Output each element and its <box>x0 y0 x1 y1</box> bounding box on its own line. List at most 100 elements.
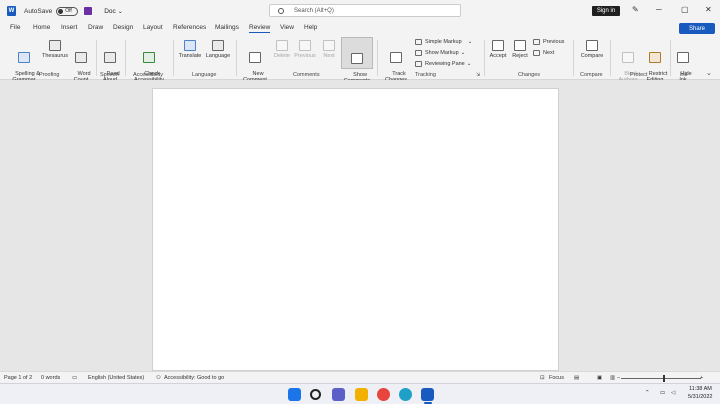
zoom-in-icon[interactable]: + <box>700 375 703 381</box>
delete-comment-label: Delete <box>274 53 290 59</box>
previous-comment-icon <box>299 40 311 51</box>
accept-button[interactable]: Accept <box>487 40 509 59</box>
clock-date[interactable]: 5/31/2022 <box>688 394 712 400</box>
new-comment-icon <box>249 52 261 63</box>
language-button[interactable]: Language <box>204 40 232 59</box>
previous-comment-button[interactable]: Previous <box>293 40 317 59</box>
previous-comment-label: Previous <box>294 53 316 59</box>
language-status[interactable]: English (United States) <box>88 375 144 381</box>
reviewing-pane-icon <box>415 61 422 67</box>
edge-icon[interactable] <box>399 388 412 401</box>
next-change-icon <box>533 50 540 56</box>
thesaurus-button[interactable]: Thesaurus <box>40 40 70 59</box>
tab-references[interactable]: References <box>173 24 206 31</box>
accessibility-check-icon <box>143 52 155 63</box>
chrome-icon[interactable] <box>377 388 390 401</box>
show-comments-button[interactable]: Show Comments <box>341 37 373 84</box>
group-label-speech: Speech <box>100 72 119 78</box>
zoom-slider-thumb[interactable] <box>663 375 665 382</box>
translate-button[interactable]: Translate <box>176 40 204 59</box>
simple-markup-select[interactable]: Simple Markup ⌄ <box>415 39 472 45</box>
page-count[interactable]: Page 1 of 2 <box>4 375 32 381</box>
group-label-ink: Ink <box>680 72 688 78</box>
tab-layout[interactable]: Layout <box>143 24 163 31</box>
minimize-icon[interactable]: ─ <box>656 5 662 14</box>
chevron-down-icon[interactable]: ⌄ <box>118 8 123 15</box>
previous-change-button[interactable]: Previous <box>533 39 564 45</box>
read-mode-icon[interactable]: ▤ <box>574 375 579 381</box>
zoom-slider[interactable] <box>621 378 701 379</box>
group-divider <box>236 40 237 76</box>
ribbon-collapse-icon[interactable]: ⌄ <box>706 69 712 77</box>
tab-draw[interactable]: Draw <box>88 24 103 31</box>
reviewing-pane-dropdown[interactable]: Reviewing Pane ⌄ <box>415 61 471 67</box>
accessibility-status[interactable]: Accessibility: Good to go <box>164 375 224 381</box>
tab-file[interactable]: File <box>10 24 20 31</box>
autosave-toggle[interactable]: Off <box>56 6 79 16</box>
print-layout-icon[interactable]: ▣ <box>597 375 602 381</box>
document-page[interactable] <box>152 88 559 371</box>
zoom-out-icon[interactable]: − <box>617 375 620 381</box>
word-count-icon <box>75 52 87 63</box>
teams-chat-icon[interactable] <box>332 388 345 401</box>
ribbon-review: Spelling & Grammar Thesaurus Word Count … <box>0 36 720 84</box>
tab-home[interactable]: Home <box>33 24 50 31</box>
next-comment-icon <box>323 40 335 51</box>
compare-label: Compare <box>580 53 604 59</box>
group-divider <box>173 40 174 76</box>
tab-view[interactable]: View <box>280 24 294 31</box>
compare-button[interactable]: Compare <box>577 40 607 59</box>
group-label-compare: Compare <box>580 72 603 78</box>
group-label-accessibility: Accessibility <box>133 72 163 78</box>
markup-icon <box>415 39 422 45</box>
save-icon[interactable] <box>84 7 93 15</box>
focus-mode-button[interactable]: Focus <box>549 375 564 381</box>
previous-change-icon <box>533 39 540 45</box>
clock-time[interactable]: 11:38 AM <box>689 386 712 392</box>
show-markup-dropdown[interactable]: Show Markup ⌄ <box>415 50 465 56</box>
proofing-status-icon[interactable]: ▭ <box>72 375 77 381</box>
tab-insert[interactable]: Insert <box>61 24 77 31</box>
accessibility-status-icon: ⚇ <box>156 375 161 381</box>
reject-icon <box>514 40 526 51</box>
focus-icon: ⊡ <box>540 375 545 381</box>
reject-button[interactable]: Reject <box>510 40 530 59</box>
next-change-button[interactable]: Next <box>533 50 554 56</box>
tray-chevron-up-icon[interactable]: ⌃ <box>645 390 650 396</box>
file-explorer-icon[interactable] <box>355 388 368 401</box>
status-bar: Page 1 of 2 0 words ▭ English (United St… <box>0 371 720 383</box>
tab-design[interactable]: Design <box>113 24 133 31</box>
word-taskbar-icon[interactable] <box>421 388 434 401</box>
network-icon[interactable]: ▭ <box>660 390 665 396</box>
search-box[interactable]: Search (Alt+Q) <box>269 4 461 17</box>
group-divider <box>96 40 97 76</box>
hide-ink-icon <box>677 52 689 63</box>
tab-help[interactable]: Help <box>304 24 317 31</box>
document-name[interactable]: Doc <box>104 8 116 15</box>
share-button[interactable]: Share <box>679 23 715 34</box>
reject-label: Reject <box>512 53 528 59</box>
delete-comment-button[interactable]: Delete <box>271 40 293 59</box>
dialog-launcher-icon[interactable]: ⇲ <box>476 72 480 78</box>
accept-icon <box>492 40 504 51</box>
tab-review[interactable]: Review <box>249 24 271 33</box>
close-icon[interactable]: ✕ <box>705 5 712 14</box>
windows-start-icon[interactable] <box>288 388 301 401</box>
language-label: Language <box>205 53 231 59</box>
restore-icon[interactable]: ▢ <box>681 5 689 14</box>
tab-mailings[interactable]: Mailings <box>215 24 239 31</box>
read-aloud-icon <box>104 52 116 63</box>
pen-icon[interactable]: ✎ <box>632 5 639 14</box>
next-comment-button[interactable]: Next <box>318 40 340 59</box>
volume-icon[interactable]: ◁ <box>671 390 675 396</box>
group-divider <box>484 40 485 76</box>
group-label-tracking: Tracking <box>415 72 436 78</box>
group-label-changes: Changes <box>518 72 541 78</box>
simple-markup-label: Simple Markup <box>425 39 462 45</box>
next-comment-label: Next <box>323 53 335 59</box>
language-icon <box>212 40 224 51</box>
word-count[interactable]: 0 words <box>41 375 60 381</box>
sign-in-button[interactable]: Sign in <box>592 6 620 16</box>
search-icon[interactable] <box>310 389 321 400</box>
web-layout-icon[interactable]: ▥ <box>610 375 615 381</box>
